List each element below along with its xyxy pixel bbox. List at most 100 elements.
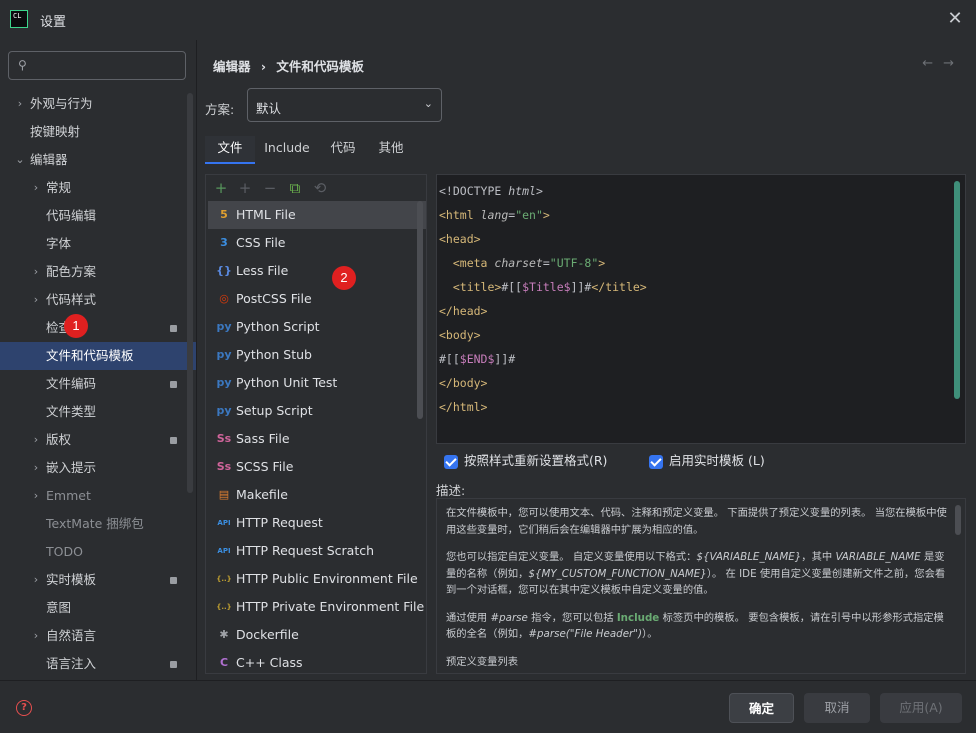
sidebar-item[interactable]: 按键映射 [0,118,196,146]
sidebar-item[interactable]: › 自然语言 [0,622,196,650]
sidebar-item[interactable]: › 外观与行为 [0,90,196,118]
search-field[interactable]: ⚲ [8,51,186,80]
reformat-checkbox[interactable]: 按照样式重新设置格式(R) [444,452,607,470]
sidebar-item[interactable]: TextMate 捆绑包 [0,510,196,538]
file-template-item[interactable]: {..} HTTP Private Environment File [208,593,426,621]
chevron-right-icon[interactable]: › [30,622,42,650]
settings-sidebar: ⚲ › 外观与行为 按键映射 ⌄ 编辑器 › 常规 代码编辑 字体 › 配色方案 › 代码样式 检查 文件和… [0,40,196,680]
sidebar-item-label: 代码样式 [46,292,97,307]
back-arrow-icon[interactable]: ← [922,56,943,71]
file-type-icon: 3 [220,236,228,249]
cancel-button[interactable]: 取消 [804,693,870,723]
template-editor[interactable]: <!DOCTYPE html> <html lang="en"> <head> … [436,174,966,444]
forward-arrow-icon[interactable]: → [943,56,964,71]
help-icon[interactable]: ? [16,700,32,716]
sidebar-item[interactable]: 文件和代码模板 [0,342,196,370]
annotation-marker-2: 2 [332,266,356,290]
file-template-item[interactable]: 5 HTML File [208,201,426,229]
sidebar-item-label: 嵌入提示 [46,460,97,475]
file-template-list: + + − ⧉ ⟲ 5 HTML File 3 CSS File {} Less File… [205,174,427,674]
file-template-item[interactable]: ✱ Dockerfile [208,621,426,649]
sidebar-item[interactable]: TODO [0,538,196,566]
sidebar-item[interactable]: › 版权 [0,426,196,454]
code-line: <html lang="en"> [439,208,550,222]
file-template-item[interactable]: API HTTP Request Scratch [208,537,426,565]
chevron-right-icon[interactable]: › [14,90,26,118]
chevron-right-icon[interactable]: › [30,426,42,454]
live-templates-label: 启用实时模板 (L) [669,453,765,468]
file-template-item[interactable]: Ss Sass File [208,425,426,453]
file-template-item[interactable]: C C++ Class [208,649,426,677]
sidebar-item[interactable]: › 实时模板 [0,566,196,594]
chevron-right-icon[interactable]: › [30,258,42,286]
file-template-item[interactable]: {} Less File [208,257,426,285]
live-templates-checkbox[interactable]: 启用实时模板 (L) [649,452,765,470]
file-type-icon: API [217,519,231,527]
apply-button[interactable]: 应用(A) [880,693,962,723]
sidebar-item[interactable]: 文件类型 [0,398,196,426]
file-template-item[interactable]: API HTTP Request [208,509,426,537]
tab-files[interactable]: 文件 [205,136,255,164]
file-template-item[interactable]: py Python Script [208,313,426,341]
chevron-right-icon[interactable]: › [30,482,42,510]
file-template-name: Makefile [236,487,288,502]
sidebar-item[interactable]: › 嵌入提示 [0,454,196,482]
chevron-down-icon[interactable]: ⌄ [14,146,26,174]
tab-include[interactable]: Include [259,136,315,162]
tab-other[interactable]: 其他 [369,136,413,162]
add-icon[interactable]: + [212,179,230,197]
code-line: </head> [439,304,488,318]
sidebar-item[interactable]: › 代码样式 [0,286,196,314]
chevron-right-icon[interactable]: › [30,286,42,314]
sidebar-item[interactable]: 检查 [0,314,196,342]
sidebar-item[interactable]: 文件编码 [0,370,196,398]
editor-scrollbar[interactable] [954,181,960,399]
scheme-dropdown[interactable]: 默认 ⌄ [247,88,442,122]
sidebar-item[interactable]: › Emmet [0,482,196,510]
breadcrumb-item[interactable]: 编辑器 [213,59,251,74]
sidebar-item-label: 实时模板 [46,572,97,587]
tab-code[interactable]: 代码 [321,136,365,162]
sidebar-item[interactable]: 字体 [0,230,196,258]
sidebar-item[interactable]: 语言注入 [0,650,196,678]
remove-icon[interactable]: − [261,179,279,197]
sidebar-item[interactable]: 意图 [0,594,196,622]
sidebar-scrollbar[interactable] [187,93,193,493]
sidebar-item[interactable]: ⌄ 编辑器 [0,146,196,174]
sidebar-item[interactable]: › 常规 [0,174,196,202]
file-template-item[interactable]: py Python Stub [208,341,426,369]
close-icon[interactable]: ✕ [944,8,966,30]
file-template-item[interactable]: py Setup Script [208,397,426,425]
add-child-icon[interactable]: + [236,179,254,197]
chevron-right-icon[interactable]: › [30,454,42,482]
main-panel: 编辑器 › 文件和代码模板 ←→ 方案: 默认 ⌄ 文件 Include 代码 … [197,40,976,680]
chevron-down-icon: ⌄ [423,97,433,110]
file-template-name: HTTP Public Environment File [236,571,418,586]
file-template-name: CSS File [236,235,286,250]
file-type-icon: py [216,404,232,417]
file-template-name: HTTP Private Environment File [236,599,425,614]
list-scrollbar[interactable] [417,201,423,419]
sidebar-item[interactable]: › 配色方案 [0,258,196,286]
copy-icon[interactable]: ⧉ [286,179,304,197]
file-template-name: Less File [236,263,289,278]
file-template-item[interactable]: ▤ Makefile [208,481,426,509]
chevron-right-icon[interactable]: › [30,174,42,202]
file-type-icon: py [216,320,232,333]
description-scrollbar[interactable] [955,505,961,535]
file-template-item[interactable]: Ss SCSS File [208,453,426,481]
chevron-right-icon[interactable]: › [30,566,42,594]
file-type-icon: ◎ [219,292,229,305]
sidebar-item-label: 代码编辑 [46,208,97,223]
checkbox-checked-icon[interactable] [444,454,458,469]
file-template-item[interactable]: 3 CSS File [208,229,426,257]
ok-button[interactable]: 确定 [729,693,794,723]
sidebar-item[interactable]: 代码编辑 [0,202,196,230]
reset-icon[interactable]: ⟲ [311,179,329,197]
checkbox-checked-icon[interactable] [649,454,663,469]
code-line: #[[$END$]]# [439,352,516,366]
file-template-item[interactable]: {..} HTTP Public Environment File [208,565,426,593]
file-template-item[interactable]: py Python Unit Test [208,369,426,397]
file-template-item[interactable]: ◎ PostCSS File [208,285,426,313]
search-input[interactable] [39,56,183,76]
